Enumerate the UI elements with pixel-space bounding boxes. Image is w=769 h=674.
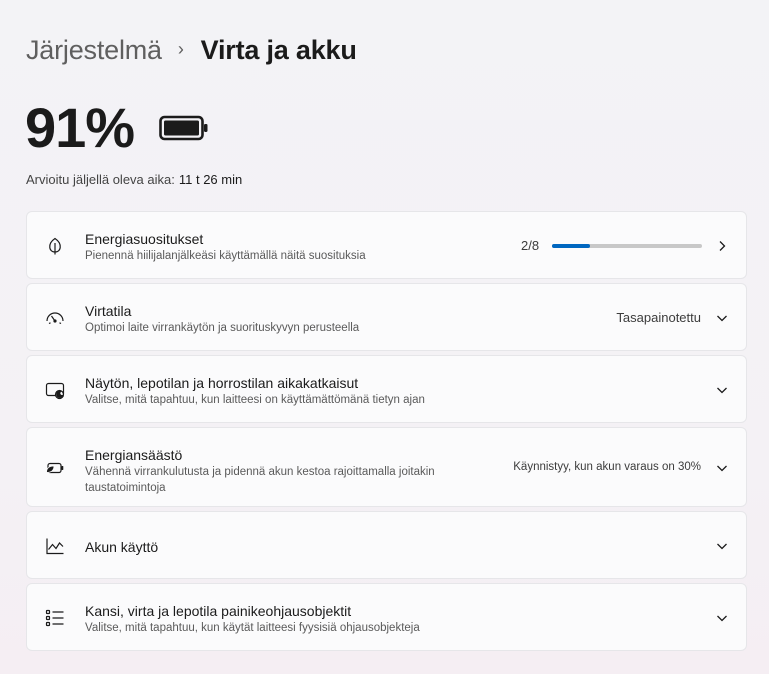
battery-usage-card[interactable]: Akun käyttö bbox=[26, 511, 747, 579]
battery-percent: 91% bbox=[25, 96, 135, 159]
breadcrumb-parent-link[interactable]: Järjestelmä bbox=[26, 35, 162, 66]
chevron-down-icon bbox=[717, 615, 727, 622]
card-title: Kansi, virta ja lepotila painikeohjausob… bbox=[85, 603, 352, 619]
energy-saver-card[interactable]: Energiansäästö Vähennä virrankulutusta j… bbox=[26, 427, 747, 507]
screen-sleep-icon bbox=[45, 380, 65, 400]
breadcrumb-separator: › bbox=[177, 38, 184, 59]
estimate-label: Arvioitu jäljellä oleva aika: bbox=[26, 172, 175, 187]
card-description: Optimoi laite virrankäytön ja suoritusky… bbox=[85, 322, 360, 334]
chevron-right-icon bbox=[719, 241, 726, 251]
recommendations-progress-bar bbox=[552, 244, 702, 248]
battery-icon bbox=[159, 115, 208, 141]
card-title: Energiansäästö bbox=[85, 447, 183, 463]
chevron-down-icon bbox=[717, 465, 727, 472]
card-title: Energiasuositukset bbox=[85, 231, 204, 247]
energy-saver-status: Käynnistyy, kun akun varaus on 30% bbox=[513, 461, 701, 473]
power-mode-dropdown[interactable]: Tasapainotettu bbox=[616, 310, 701, 325]
lid-power-buttons-card[interactable]: Kansi, virta ja lepotila painikeohjausob… bbox=[26, 583, 747, 651]
card-title: Näytön, lepotilan ja horrostilan aikakat… bbox=[85, 375, 359, 391]
card-description: Valitse, mitä tapahtuu, kun laitteesi on… bbox=[85, 394, 425, 406]
estimate-value: 11 t 26 min bbox=[178, 172, 243, 187]
chevron-down-icon bbox=[717, 387, 727, 394]
battery-estimate: Arvioitu jäljellä oleva aika: 11 t 26 min bbox=[26, 172, 242, 187]
card-description-line-1: Vähennä virrankulutusta ja pidennä akun … bbox=[85, 466, 435, 478]
card-title: Virtatila bbox=[85, 303, 132, 319]
card-description-line-2: taustatoimintoja bbox=[85, 482, 166, 494]
page-title: Virta ja akku bbox=[200, 34, 357, 65]
screen-sleep-timeouts-card[interactable]: Näytön, lepotilan ja horrostilan aikakat… bbox=[26, 355, 747, 423]
chevron-down-icon bbox=[717, 543, 727, 550]
power-mode-card[interactable]: Virtatila Optimoi laite virrankäytön ja … bbox=[26, 283, 747, 351]
list-icon bbox=[45, 608, 65, 628]
chevron-down-icon bbox=[717, 315, 727, 322]
progress-fill bbox=[552, 244, 590, 248]
recommendations-progress-text: 2/8 bbox=[521, 238, 540, 253]
battery-summary: 91% bbox=[25, 96, 209, 160]
leaf-icon bbox=[45, 236, 65, 256]
card-description: Valitse, mitä tapahtuu, kun käytät laitt… bbox=[85, 622, 420, 634]
battery-saver-icon bbox=[45, 458, 65, 478]
energy-recommendations-card[interactable]: Energiasuositukset Pienennä hiilijalanjä… bbox=[26, 211, 747, 279]
gauge-icon bbox=[45, 308, 65, 328]
card-title: Akun käyttö bbox=[85, 539, 159, 555]
line-chart-icon bbox=[45, 536, 65, 556]
card-description: Pienennä hiilijalanjälkeäsi käyttämällä … bbox=[85, 250, 366, 262]
breadcrumb: Järjestelmä › Virta ja akku bbox=[26, 33, 357, 67]
